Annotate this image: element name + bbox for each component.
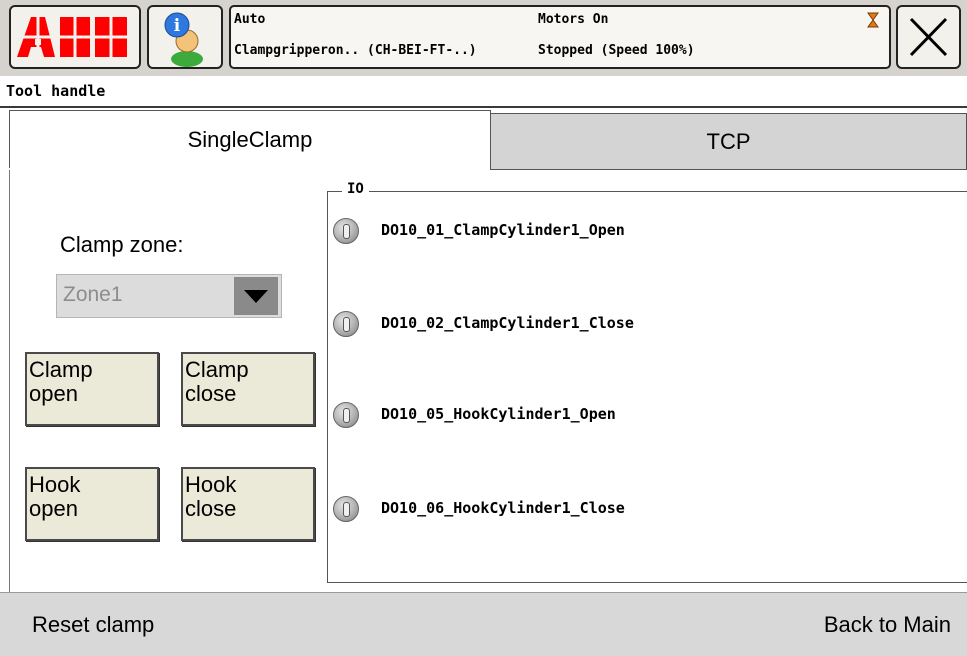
tab-bar: SingleClamp TCP [0, 110, 967, 170]
command-bar: Reset clamp Back to Main [0, 592, 967, 656]
close-icon [909, 17, 948, 57]
io-signal-name: DO10_02_ClampCylinder1_Close [381, 314, 634, 332]
tab-tcp[interactable]: TCP [490, 113, 967, 170]
close-button[interactable] [896, 5, 961, 69]
clamp-zone-dropdown[interactable]: Zone1 [56, 274, 282, 318]
io-signal-row[interactable]: DO10_02_ClampCylinder1_Close [333, 311, 933, 341]
clamp-open-button[interactable]: Clamp open [25, 352, 159, 426]
button-label-line1: Clamp [29, 357, 93, 382]
signal-led-icon [333, 402, 359, 428]
singleclamp-panel: Clamp zone: Zone1 Clamp open Clamp close… [9, 170, 967, 592]
signal-led-icon [333, 218, 359, 244]
io-signal-name: DO10_06_HookCylinder1_Close [381, 499, 625, 517]
status-panel[interactable]: Auto Clampgripperon.. (CH-BEI-FT-..) Mot… [229, 5, 891, 69]
top-bar: i Auto Clampgripperon.. (CH-BEI-FT-..) M… [0, 0, 967, 77]
operating-mode: Auto [234, 12, 266, 27]
clamp-close-button[interactable]: Clamp close [181, 352, 315, 426]
abb-logo [11, 15, 139, 59]
abb-menu-button[interactable] [9, 5, 141, 69]
io-signal-name: DO10_05_HookCylinder1_Open [381, 405, 616, 423]
button-label-line1: Hook [185, 472, 237, 497]
chevron-down-icon [244, 290, 268, 303]
info-button[interactable]: i [147, 5, 223, 69]
io-group-legend: IO [342, 181, 369, 197]
svg-text:i: i [174, 16, 181, 36]
io-signal-row[interactable]: DO10_06_HookCylinder1_Close [333, 496, 933, 526]
hook-open-button[interactable]: Hook open [25, 467, 159, 541]
hourglass-icon [867, 12, 879, 28]
button-label-line1: Clamp [185, 357, 249, 382]
active-task: Clampgripperon.. (CH-BEI-FT-..) [234, 43, 477, 58]
reset-clamp-button[interactable]: Reset clamp [32, 612, 154, 638]
run-status: Stopped (Speed 100%) [538, 43, 695, 58]
tab-singleclamp[interactable]: SingleClamp [9, 110, 491, 168]
dropdown-arrow-button[interactable] [234, 277, 278, 315]
button-label-line2: close [185, 381, 237, 406]
view-title: Tool handle [6, 82, 106, 100]
signal-led-icon [333, 496, 359, 522]
clamp-zone-value: Zone1 [63, 283, 123, 306]
user-info-icon: i [164, 12, 203, 67]
io-signal-row[interactable]: DO10_01_ClampCylinder1_Open [333, 218, 933, 248]
clamp-zone-label: Clamp zone: [60, 232, 184, 257]
button-label-line2: open [29, 496, 78, 521]
back-to-main-button[interactable]: Back to Main [824, 612, 951, 638]
motors-status: Motors On [538, 12, 609, 27]
io-signal-name: DO10_01_ClampCylinder1_Open [381, 221, 625, 239]
button-label-line2: close [185, 496, 237, 521]
button-label-line2: open [29, 381, 78, 406]
signal-led-icon [333, 311, 359, 337]
hook-close-button[interactable]: Hook close [181, 467, 315, 541]
button-label-line1: Hook [29, 472, 81, 497]
io-group: IO DO10_01_ClampCylinder1_Open DO10_02_C… [327, 181, 967, 583]
view-title-bar: Tool handle [0, 76, 967, 108]
io-signal-row[interactable]: DO10_05_HookCylinder1_Open [333, 402, 933, 432]
